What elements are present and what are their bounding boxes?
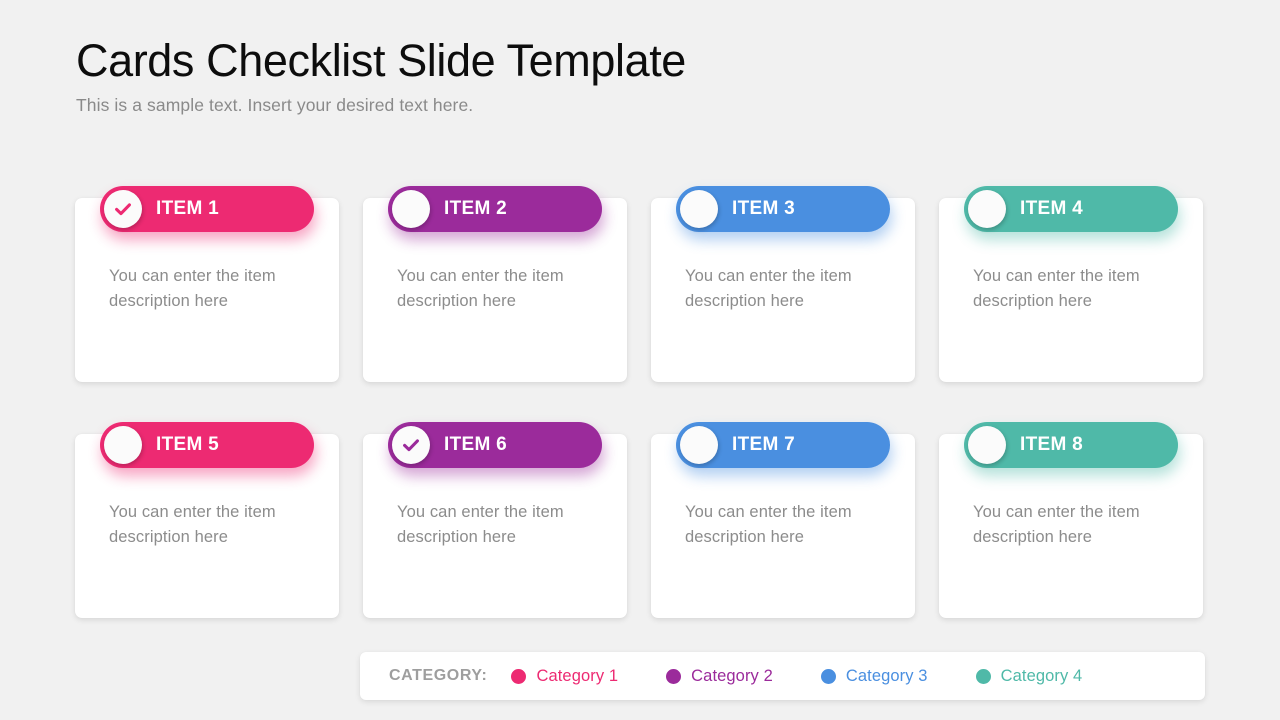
legend-item[interactable]: Category 1	[511, 667, 618, 686]
page-title: Cards Checklist Slide Template	[76, 35, 686, 86]
checklist-card[interactable]: You can enter the item description here I…	[75, 186, 339, 382]
check-circle-icon[interactable]	[104, 190, 142, 228]
empty-circle-icon[interactable]	[968, 426, 1006, 464]
check-circle-icon[interactable]	[392, 426, 430, 464]
legend-dot-icon	[820, 668, 836, 684]
empty-circle-icon[interactable]	[968, 190, 1006, 228]
checklist-card[interactable]: You can enter the item description here I…	[75, 422, 339, 618]
empty-circle-icon[interactable]	[680, 190, 718, 228]
legend-dot-icon	[511, 668, 527, 684]
card-header-pill[interactable]: ITEM 7	[676, 422, 890, 468]
card-description: You can enter the item description here	[109, 267, 276, 310]
card-title: ITEM 3	[732, 198, 796, 219]
card-description: You can enter the item description here	[397, 267, 564, 310]
card-description: You can enter the item description here	[685, 503, 852, 546]
card-title: ITEM 1	[156, 198, 220, 219]
card-description: You can enter the item description here	[973, 267, 1140, 310]
slide-header: Cards Checklist Slide Template This is a…	[76, 35, 1176, 116]
empty-circle-icon[interactable]	[104, 426, 142, 464]
card-title: ITEM 8	[1020, 434, 1084, 455]
card-title: ITEM 2	[444, 198, 508, 219]
card-title: ITEM 4	[1020, 198, 1084, 219]
legend-dot-icon	[975, 668, 991, 684]
card-header-pill[interactable]: ITEM 4	[964, 186, 1178, 232]
page-subtitle: This is a sample text. Insert your desir…	[76, 95, 474, 116]
card-title: ITEM 6	[444, 434, 508, 455]
legend-label: Category 2	[691, 666, 773, 685]
empty-circle-icon[interactable]	[392, 190, 430, 228]
card-title: ITEM 5	[156, 434, 220, 455]
card-title: ITEM 7	[732, 434, 796, 455]
checklist-card[interactable]: You can enter the item description here I…	[651, 422, 915, 618]
cards-grid: You can enter the item description here I…	[75, 186, 1205, 618]
card-description: You can enter the item description here	[973, 503, 1140, 546]
legend-label: Category 3	[845, 666, 928, 685]
checklist-card[interactable]: You can enter the item description here I…	[363, 186, 627, 382]
card-header-pill[interactable]: ITEM 8	[964, 422, 1178, 468]
checklist-card[interactable]: You can enter the item description here I…	[363, 422, 627, 618]
card-description: You can enter the item description here	[397, 503, 564, 546]
checklist-card[interactable]: You can enter the item description here I…	[939, 422, 1203, 618]
checklist-card[interactable]: You can enter the item description here I…	[651, 186, 915, 382]
card-header-pill[interactable]: ITEM 6	[388, 422, 602, 468]
card-description: You can enter the item description here	[109, 503, 276, 546]
card-description: You can enter the item description here	[685, 267, 852, 310]
card-header-pill[interactable]: ITEM 5	[100, 422, 314, 468]
empty-circle-icon[interactable]	[680, 426, 718, 464]
card-header-pill[interactable]: ITEM 3	[676, 186, 890, 232]
legend-item[interactable]: Category 2	[666, 667, 773, 686]
checklist-card[interactable]: You can enter the item description here I…	[939, 186, 1203, 382]
legend-label: Category 4	[1000, 666, 1083, 685]
card-header-pill[interactable]: ITEM 1	[100, 186, 314, 232]
legend-item[interactable]: Category 3	[820, 666, 928, 686]
legend-title: CATEGORY:	[389, 667, 488, 684]
card-header-pill[interactable]: ITEM 2	[388, 186, 602, 232]
legend-label: Category 1	[536, 666, 619, 685]
legend-item[interactable]: Category 4	[975, 666, 1083, 686]
category-legend: CATEGORY: Category 1 Category 2 Category 3…	[360, 652, 1205, 700]
legend-dot-icon	[666, 668, 682, 684]
